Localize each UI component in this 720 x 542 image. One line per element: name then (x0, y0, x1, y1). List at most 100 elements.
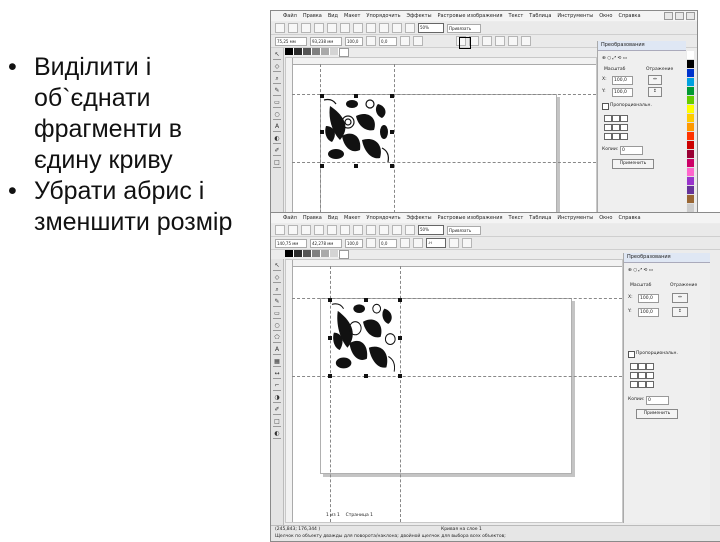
print-icon[interactable] (314, 225, 324, 235)
zoom-select[interactable]: 50% (418, 23, 444, 33)
menu-bitmaps[interactable]: Растровые изображения (438, 215, 503, 221)
swatch-dark[interactable] (294, 250, 303, 257)
proportional-checkbox[interactable] (602, 103, 609, 110)
minimize-icon[interactable] (664, 12, 673, 20)
menu-arrange[interactable]: Упорядочить (366, 13, 400, 19)
open-icon[interactable] (288, 23, 298, 33)
menu-tools[interactable]: Инструменты (557, 13, 593, 19)
polygon-icon[interactable]: ⬠ (273, 334, 281, 343)
menu-window[interactable]: Окно (599, 215, 612, 221)
connector-icon[interactable]: ⌐ (273, 382, 281, 391)
selection-handle[interactable] (390, 94, 394, 98)
angle-field[interactable]: 0,0 (379, 238, 397, 248)
new-icon[interactable] (275, 225, 285, 235)
combine-icon[interactable] (521, 36, 531, 46)
menu-file[interactable]: Файл (283, 215, 297, 221)
copy-icon[interactable] (340, 23, 350, 33)
import-icon[interactable] (392, 225, 402, 235)
menu-view[interactable]: Вид (328, 215, 338, 221)
redo-icon[interactable] (379, 225, 389, 235)
mirror-h-button[interactable]: ↔ (672, 293, 688, 303)
close-icon[interactable] (686, 12, 695, 20)
width-field[interactable]: 42,278 мм (310, 238, 342, 248)
swatch[interactable] (687, 195, 694, 204)
outline-icon[interactable]: □ (273, 418, 281, 427)
menu-file[interactable]: Файл (283, 13, 297, 19)
menu-text[interactable]: Текст (508, 215, 523, 221)
mirror-h-button[interactable]: ↔ (648, 75, 662, 85)
zoom-icon[interactable]: ⌕ (273, 286, 281, 295)
menu-edit[interactable]: Правка (303, 215, 322, 221)
freehand-icon[interactable]: ✎ (273, 87, 281, 96)
scale-x-field[interactable]: 100,0 (612, 76, 633, 85)
swatch[interactable] (687, 105, 694, 114)
anchor-grid[interactable] (630, 363, 654, 388)
shape-tool-icon[interactable]: ◇ (273, 274, 281, 283)
mirror-v-icon[interactable] (413, 238, 423, 248)
apply-button[interactable]: Применить (636, 409, 678, 419)
swatch[interactable] (687, 159, 694, 168)
selection-handle[interactable] (320, 164, 324, 168)
swatch-gray[interactable] (303, 48, 312, 55)
menu-layout[interactable]: Макет (344, 215, 360, 221)
swatch-light[interactable] (330, 48, 339, 55)
scale-w-field[interactable]: 100,0 (345, 36, 363, 46)
export-icon[interactable] (405, 23, 415, 33)
snap-select[interactable]: Привязать (447, 225, 481, 235)
swatch-gray[interactable] (303, 250, 312, 257)
menu-tools[interactable]: Инструменты (557, 215, 593, 221)
menu-view[interactable]: Вид (328, 13, 338, 19)
paste-icon[interactable] (353, 23, 363, 33)
selection-handle[interactable] (320, 94, 324, 98)
swatch-gray[interactable] (312, 48, 321, 55)
save-icon[interactable] (301, 23, 311, 33)
outline-icon[interactable]: □ (273, 159, 281, 168)
pointer-icon[interactable]: ↖ (273, 51, 281, 60)
mirror-h-icon[interactable] (400, 238, 410, 248)
drawing-canvas[interactable]: 1 из 1 Страница 1 (285, 259, 623, 523)
new-icon[interactable] (275, 23, 285, 33)
scale-w-field[interactable]: 100,0 (345, 238, 363, 248)
redo-icon[interactable] (379, 23, 389, 33)
swatch[interactable] (687, 186, 694, 195)
print-icon[interactable] (314, 23, 324, 33)
copy-icon[interactable] (340, 225, 350, 235)
scale-y-field[interactable]: 100,0 (612, 88, 633, 97)
swatch[interactable] (687, 114, 694, 123)
fill-icon[interactable]: ◐ (273, 135, 281, 144)
dimension-icon[interactable]: ↔ (273, 370, 281, 379)
proportional-checkbox[interactable] (628, 351, 635, 358)
swatch[interactable] (687, 141, 694, 150)
swatch[interactable] (687, 177, 694, 186)
x-position-field[interactable]: 75,25 мм (275, 36, 307, 46)
lock-ratio-icon[interactable] (366, 36, 376, 46)
angle-field[interactable]: 0,0 (379, 36, 397, 46)
selection-handle[interactable] (328, 298, 332, 302)
selection-handle[interactable] (390, 164, 394, 168)
menu-text[interactable]: Текст (508, 13, 523, 19)
swatch[interactable] (687, 132, 694, 141)
copies-field[interactable]: 0 (646, 396, 669, 405)
menu-table[interactable]: Таблица (529, 215, 551, 221)
mirror-h-icon[interactable] (400, 36, 410, 46)
undo-icon[interactable] (366, 23, 376, 33)
mirror-v-button[interactable]: ↕ (648, 87, 662, 97)
swatch[interactable] (687, 96, 694, 105)
menu-arrange[interactable]: Упорядочить (366, 215, 400, 221)
cut-icon[interactable] (327, 225, 337, 235)
undo-icon[interactable] (366, 225, 376, 235)
selection-handle[interactable] (354, 94, 358, 98)
swatch-black[interactable] (285, 250, 294, 257)
import-icon[interactable] (392, 23, 402, 33)
text-icon[interactable]: A (273, 123, 281, 132)
ellipse-icon[interactable]: ○ (273, 111, 281, 120)
swatch[interactable] (687, 168, 694, 177)
scale-y-field[interactable]: 100,0 (638, 308, 659, 317)
swatch-white[interactable] (339, 250, 349, 259)
swatch-gray[interactable] (312, 250, 321, 257)
selection-handle[interactable] (354, 164, 358, 168)
swatch-black[interactable] (285, 48, 294, 55)
rectangle-icon[interactable]: ▭ (273, 310, 281, 319)
open-icon[interactable] (288, 225, 298, 235)
zoom-icon[interactable]: ⌕ (273, 75, 281, 84)
